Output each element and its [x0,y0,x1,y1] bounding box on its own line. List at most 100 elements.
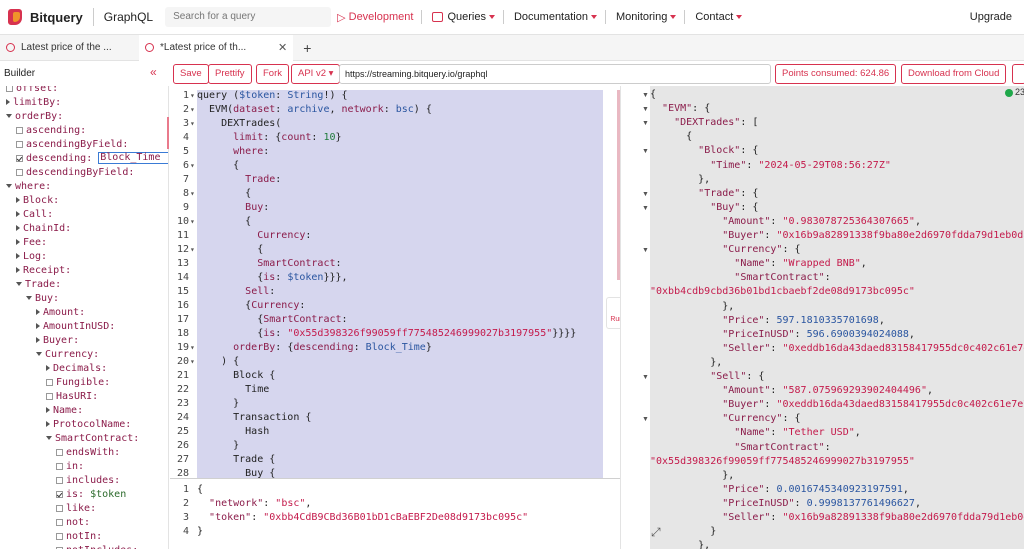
close-icon[interactable]: ✕ [278,41,287,54]
builder-tree-item[interactable]: is: $token [56,488,126,502]
builder-tree-item[interactable]: Buyer: [36,334,79,348]
fold-chevron-icon[interactable]: ▼ [642,120,649,127]
builder-tree-item[interactable]: endsWith: [56,446,120,460]
search-input[interactable]: Search for a query [165,7,332,27]
fold-chevron-icon[interactable]: ▼ [642,191,649,198]
builder-tree-item[interactable]: not: [56,516,90,530]
chevron-right-icon[interactable] [36,337,40,343]
chevron-down-icon[interactable] [16,282,22,286]
builder-tree-item[interactable]: like: [56,502,96,516]
builder-tree-item[interactable]: notIncludes: [56,544,138,549]
builder-tree-item[interactable]: Receipt: [16,264,71,278]
builder-tree-item[interactable]: orderBy: [6,110,63,124]
checkbox-icon[interactable] [56,448,63,456]
builder-tree-item[interactable]: Amount: [36,306,85,320]
chevron-right-icon[interactable] [16,225,20,231]
builder-tree-item[interactable]: Trade: [16,278,61,292]
endpoint-url-input[interactable]: https://streaming.bitquery.io/graphql [339,64,771,84]
builder-tree-item[interactable]: Buy: [26,292,59,306]
chevron-down-icon[interactable] [36,352,42,356]
builder-tree-item[interactable]: descending: Block_Time [16,152,168,166]
prettify-button[interactable]: Prettify [208,64,252,84]
result-viewer[interactable]: { "EVM": { "DEXTrades": [ { "Block": { "… [650,86,1024,549]
tab-query-1[interactable]: Latest price of the ... [0,35,139,61]
chevron-right-icon[interactable] [6,99,10,105]
builder-tree-item[interactable]: Call: [16,208,53,222]
builder-tree-item[interactable]: Block: [16,194,59,208]
add-tab-button[interactable]: + [303,40,311,56]
checkbox-icon[interactable] [46,392,53,400]
development-link[interactable]: ▷ Development [337,11,413,24]
builder-tree-item[interactable]: where: [6,180,51,194]
fold-chevron-icon[interactable]: ▾ [190,119,195,128]
fold-chevron-icon[interactable]: ▼ [642,92,649,99]
builder-tree-item[interactable]: ascendingByField: [16,138,128,152]
builder-tree-item[interactable]: includes: [56,474,120,488]
monitoring-menu[interactable]: Monitoring [616,11,677,23]
chevron-right-icon[interactable] [16,267,20,273]
builder-tree-item[interactable]: notIn: [56,530,102,544]
documentation-menu[interactable]: Documentation [514,11,597,23]
checkbox-icon[interactable] [46,378,53,386]
points-consumed-button[interactable]: Points consumed: 624.86 [775,64,897,84]
chevron-right-icon[interactable] [46,365,50,371]
chevron-right-icon[interactable] [36,323,40,329]
chevron-right-icon[interactable] [16,211,20,217]
chevron-down-icon[interactable] [6,114,12,118]
builder-tree-item[interactable]: Decimals: [46,362,107,376]
save-button[interactable]: Save [173,64,209,84]
checkbox-icon[interactable] [56,532,63,540]
fold-chevron-icon[interactable]: ▾ [190,91,195,100]
fold-chevron-icon[interactable]: ▼ [642,205,649,212]
fold-chevron-icon[interactable]: ▾ [190,161,195,170]
fold-chevron-icon[interactable]: ▾ [190,189,195,198]
checkbox-icon[interactable] [56,476,63,484]
fold-chevron-icon[interactable]: ▼ [642,106,649,113]
builder-tree-item[interactable]: Log: [16,250,47,264]
chevron-right-icon[interactable] [36,309,40,315]
fold-chevron-icon[interactable]: ▾ [190,245,195,254]
checkbox-icon[interactable] [56,462,63,470]
contact-menu[interactable]: Contact [695,11,743,23]
builder-tree-item[interactable]: descendingByField: [16,166,134,180]
checkbox-icon[interactable] [16,168,23,176]
builder-tree-item[interactable]: Fungible: [46,376,110,390]
builder-tree-item[interactable]: offset: [6,86,58,96]
builder-tree-item[interactable]: SmartContract: [46,432,139,446]
builder-tree-item[interactable]: HasURI: [46,390,98,404]
builder-tree-item[interactable]: AmountInUSD: [36,320,115,334]
builder-tree-item[interactable]: Name: [46,404,83,418]
builder-tree-item[interactable]: in: [56,460,84,474]
download-from-cloud-button[interactable]: Download from Cloud [901,64,1007,84]
tab-query-2[interactable]: *Latest price of th... ✕ [139,34,294,61]
builder-tree-item[interactable]: ProtocolName: [46,418,131,432]
chevron-right-icon[interactable] [46,421,50,427]
builder-tree-item[interactable]: ascending: [16,124,86,138]
chevron-down-icon[interactable] [6,184,12,188]
checkbox-icon[interactable] [16,154,23,162]
chevron-right-icon[interactable] [16,239,20,245]
upgrade-link[interactable]: Upgrade [970,11,1012,23]
fold-chevron-icon[interactable]: ▾ [190,105,195,114]
chevron-right-icon[interactable] [46,407,50,413]
fullscreen-icon[interactable]: ⤢ [651,525,661,540]
checkbox-icon[interactable] [6,86,13,92]
collapse-builder-icon[interactable]: « [150,65,157,79]
fold-chevron-icon[interactable]: ▾ [190,357,195,366]
checkbox-icon[interactable] [56,504,63,512]
chevron-down-icon[interactable] [46,436,52,440]
queries-menu[interactable]: Queries [432,11,495,23]
builder-tree-item[interactable]: ChainId: [16,222,71,236]
fork-button[interactable]: Fork [256,64,289,84]
variables-editor[interactable]: 1 {2 "network": "bsc", 3 "token": "0xbb4Cd… [170,478,620,549]
fold-chevron-icon[interactable]: ▼ [642,148,649,155]
checkbox-icon[interactable] [56,518,63,526]
builder-tree-item[interactable]: limitBy: [6,96,61,110]
more-icon[interactable] [1012,64,1024,84]
fold-chevron-icon[interactable]: ▼ [642,374,649,381]
checkbox-icon[interactable] [56,490,63,498]
chevron-right-icon[interactable] [16,197,20,203]
fold-chevron-icon[interactable]: ▾ [190,217,195,226]
chevron-right-icon[interactable] [16,253,20,259]
bitquery-logo-icon[interactable] [8,9,22,25]
